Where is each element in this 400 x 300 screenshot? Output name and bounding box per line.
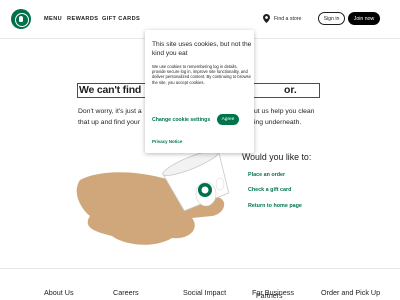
privacy-notice-link[interactable]: Privacy Notice: [152, 139, 182, 144]
cookie-consent-dialog: This site uses cookies, but not the kind…: [145, 30, 254, 153]
starbucks-logo-icon[interactable]: [11, 9, 31, 29]
options-heading: Would you like to:: [242, 152, 312, 162]
join-now-button[interactable]: Join now: [348, 12, 380, 25]
return-home-link[interactable]: Return to home page: [248, 203, 302, 209]
site-footer: About Us Careers Social Impact For Busin…: [0, 268, 400, 300]
agree-button[interactable]: Agree: [217, 114, 239, 125]
sign-in-button[interactable]: Sign in: [318, 12, 345, 25]
footer-order-pick-up[interactable]: Order and Pick Up: [321, 288, 380, 297]
footer-social-impact[interactable]: Social Impact: [183, 288, 226, 297]
find-store-link[interactable]: Find a store: [263, 14, 301, 23]
nav-menu[interactable]: MENU: [44, 16, 62, 22]
cookie-title: This site uses cookies, but not the kind…: [152, 41, 252, 57]
error-message-right-line-2: ing underneath.: [254, 119, 302, 126]
error-message-right-line-1: ut us help you clean: [254, 108, 315, 115]
cookie-description: We use cookies to remembering log in det…: [152, 64, 251, 85]
place-order-link[interactable]: Place an order: [248, 172, 285, 178]
spilled-cup-illustration: [76, 150, 230, 245]
nav-gift-cards[interactable]: GIFT CARDS: [102, 16, 140, 22]
page-title: We can't find: [79, 84, 142, 96]
nav-rewards[interactable]: REWARDS: [67, 16, 98, 22]
location-pin-icon: [263, 14, 270, 23]
footer-about-us[interactable]: About Us: [44, 288, 74, 297]
error-message-right: ut us help you clean ing underneath.: [254, 106, 314, 128]
check-gift-card-link[interactable]: Check a gift card: [248, 187, 291, 193]
footer-careers[interactable]: Careers: [113, 288, 139, 297]
change-cookie-settings-link[interactable]: Change cookie settings: [152, 117, 210, 123]
footer-business-sub[interactable]: Partners: [256, 293, 282, 300]
find-store-label: Find a store: [274, 15, 302, 22]
page-title-end: or.: [284, 84, 297, 96]
